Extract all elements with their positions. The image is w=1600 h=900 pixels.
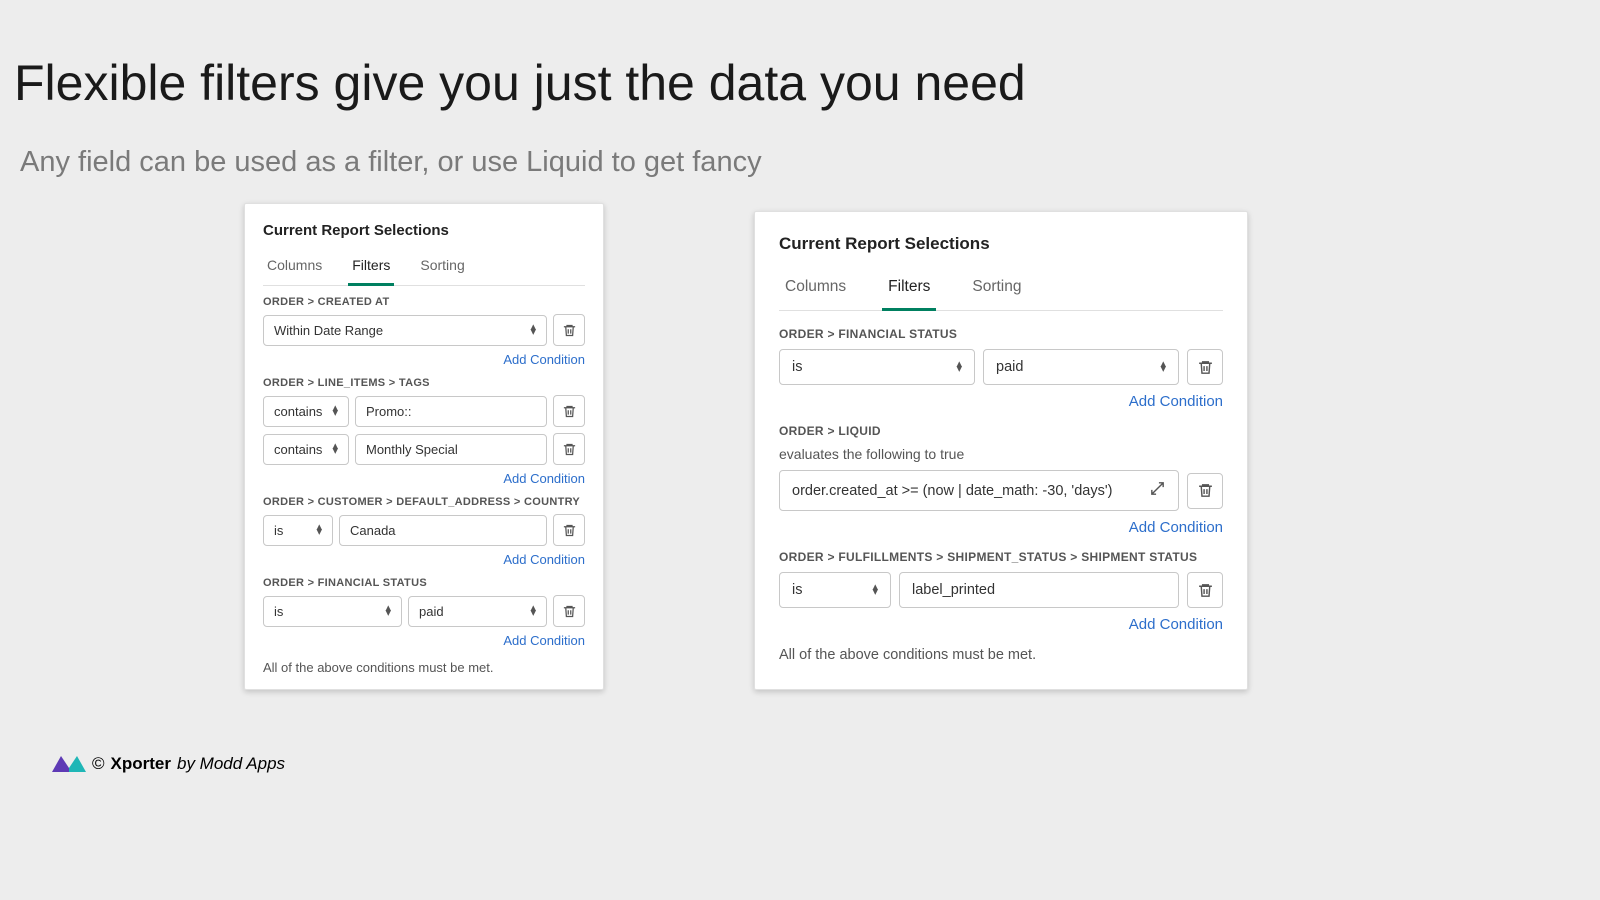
add-condition-link[interactable]: Add Condition xyxy=(263,471,585,486)
page-heading: Flexible filters give you just the data … xyxy=(0,0,1600,112)
add-condition-link[interactable]: Add Condition xyxy=(779,393,1223,410)
select-value: paid xyxy=(996,359,1023,375)
date-range-select[interactable]: Within Date Range xyxy=(263,315,547,346)
filter-group-label: ORDER > LINE_ITEMS > TAGS xyxy=(263,377,585,389)
delete-button[interactable] xyxy=(1187,572,1223,608)
add-condition-link[interactable]: Add Condition xyxy=(779,519,1223,536)
delete-button[interactable] xyxy=(553,395,585,427)
operator-select[interactable]: contains xyxy=(263,434,349,465)
delete-button[interactable] xyxy=(553,433,585,465)
tab-sorting[interactable]: Sorting xyxy=(966,270,1027,311)
input-value: order.created_at >= (now | date_math: -3… xyxy=(792,483,1112,499)
filter-group-label: ORDER > FULFILLMENTS > SHIPMENT_STATUS >… xyxy=(779,550,1223,564)
expand-icon[interactable] xyxy=(1149,480,1166,501)
trash-icon xyxy=(562,442,577,457)
select-value: is xyxy=(792,359,802,375)
caret-icon xyxy=(316,525,322,536)
footer-note: All of the above conditions must be met. xyxy=(263,660,585,675)
operator-select[interactable]: is xyxy=(263,515,333,546)
select-value: paid xyxy=(419,604,444,619)
value-input[interactable]: label_printed xyxy=(899,572,1179,608)
trash-icon xyxy=(562,523,577,538)
brand-footer: © Xporter by Modd Apps xyxy=(52,754,285,774)
select-value: contains xyxy=(274,404,322,419)
page-subheading: Any field can be used as a filter, or us… xyxy=(0,112,1600,179)
add-condition-link[interactable]: Add Condition xyxy=(263,352,585,367)
caret-icon xyxy=(1160,362,1166,373)
select-value: is xyxy=(274,604,283,619)
report-card-left: Current Report Selections Columns Filter… xyxy=(244,203,604,690)
trash-icon xyxy=(562,323,577,338)
select-value: is xyxy=(274,523,283,538)
select-value: Within Date Range xyxy=(274,323,383,338)
value-input[interactable]: Monthly Special xyxy=(355,434,547,465)
delete-button[interactable] xyxy=(553,314,585,346)
report-card-right: Current Report Selections Columns Filter… xyxy=(754,211,1248,690)
tab-columns[interactable]: Columns xyxy=(779,270,852,311)
brand-name: Xporter xyxy=(111,754,171,774)
delete-button[interactable] xyxy=(553,595,585,627)
filter-group-label: ORDER > FINANCIAL STATUS xyxy=(779,327,1223,341)
cards-container: Current Report Selections Columns Filter… xyxy=(0,179,1600,690)
filter-group-label: ORDER > FINANCIAL STATUS xyxy=(263,577,585,589)
caret-icon xyxy=(530,325,536,336)
filter-group-label: ORDER > CREATED AT xyxy=(263,296,585,308)
operator-select[interactable]: is xyxy=(779,349,975,385)
select-value: is xyxy=(792,582,802,598)
caret-icon xyxy=(956,362,962,373)
caret-icon xyxy=(872,585,878,596)
add-condition-link[interactable]: Add Condition xyxy=(779,616,1223,633)
delete-button[interactable] xyxy=(1187,349,1223,385)
tab-filters[interactable]: Filters xyxy=(348,251,394,286)
select-value: contains xyxy=(274,442,322,457)
filter-group-label: ORDER > CUSTOMER > DEFAULT_ADDRESS > COU… xyxy=(263,496,585,508)
delete-button[interactable] xyxy=(553,514,585,546)
filter-group-label: ORDER > LIQUID xyxy=(779,424,1223,438)
tab-sorting[interactable]: Sorting xyxy=(416,251,468,286)
value-input[interactable]: Canada xyxy=(339,515,547,546)
tab-columns[interactable]: Columns xyxy=(263,251,326,286)
tabs: Columns Filters Sorting xyxy=(779,270,1223,311)
operator-select[interactable]: is xyxy=(779,572,891,608)
value-select[interactable]: paid xyxy=(983,349,1179,385)
operator-select[interactable]: contains xyxy=(263,396,349,427)
copyright-symbol: © xyxy=(92,754,105,774)
filter-sub-label: evaluates the following to true xyxy=(779,446,1223,462)
add-condition-link[interactable]: Add Condition xyxy=(263,552,585,567)
caret-icon xyxy=(332,444,338,455)
tabs: Columns Filters Sorting xyxy=(263,251,585,286)
value-select[interactable]: paid xyxy=(408,596,547,627)
footer-note: All of the above conditions must be met. xyxy=(779,647,1223,663)
operator-select[interactable]: is xyxy=(263,596,402,627)
card-title: Current Report Selections xyxy=(779,234,1223,254)
value-input[interactable]: Promo:: xyxy=(355,396,547,427)
caret-icon xyxy=(332,406,338,417)
caret-icon xyxy=(530,606,536,617)
trash-icon xyxy=(562,404,577,419)
liquid-input[interactable]: order.created_at >= (now | date_math: -3… xyxy=(779,470,1179,511)
trash-icon xyxy=(1197,359,1214,376)
delete-button[interactable] xyxy=(1187,473,1223,509)
brand-logo-icon xyxy=(52,754,86,774)
card-title: Current Report Selections xyxy=(263,222,585,239)
caret-icon xyxy=(385,606,391,617)
add-condition-link[interactable]: Add Condition xyxy=(263,633,585,648)
brand-byline: by Modd Apps xyxy=(177,754,285,774)
tab-filters[interactable]: Filters xyxy=(882,270,936,311)
trash-icon xyxy=(562,604,577,619)
trash-icon xyxy=(1197,482,1214,499)
trash-icon xyxy=(1197,582,1214,599)
